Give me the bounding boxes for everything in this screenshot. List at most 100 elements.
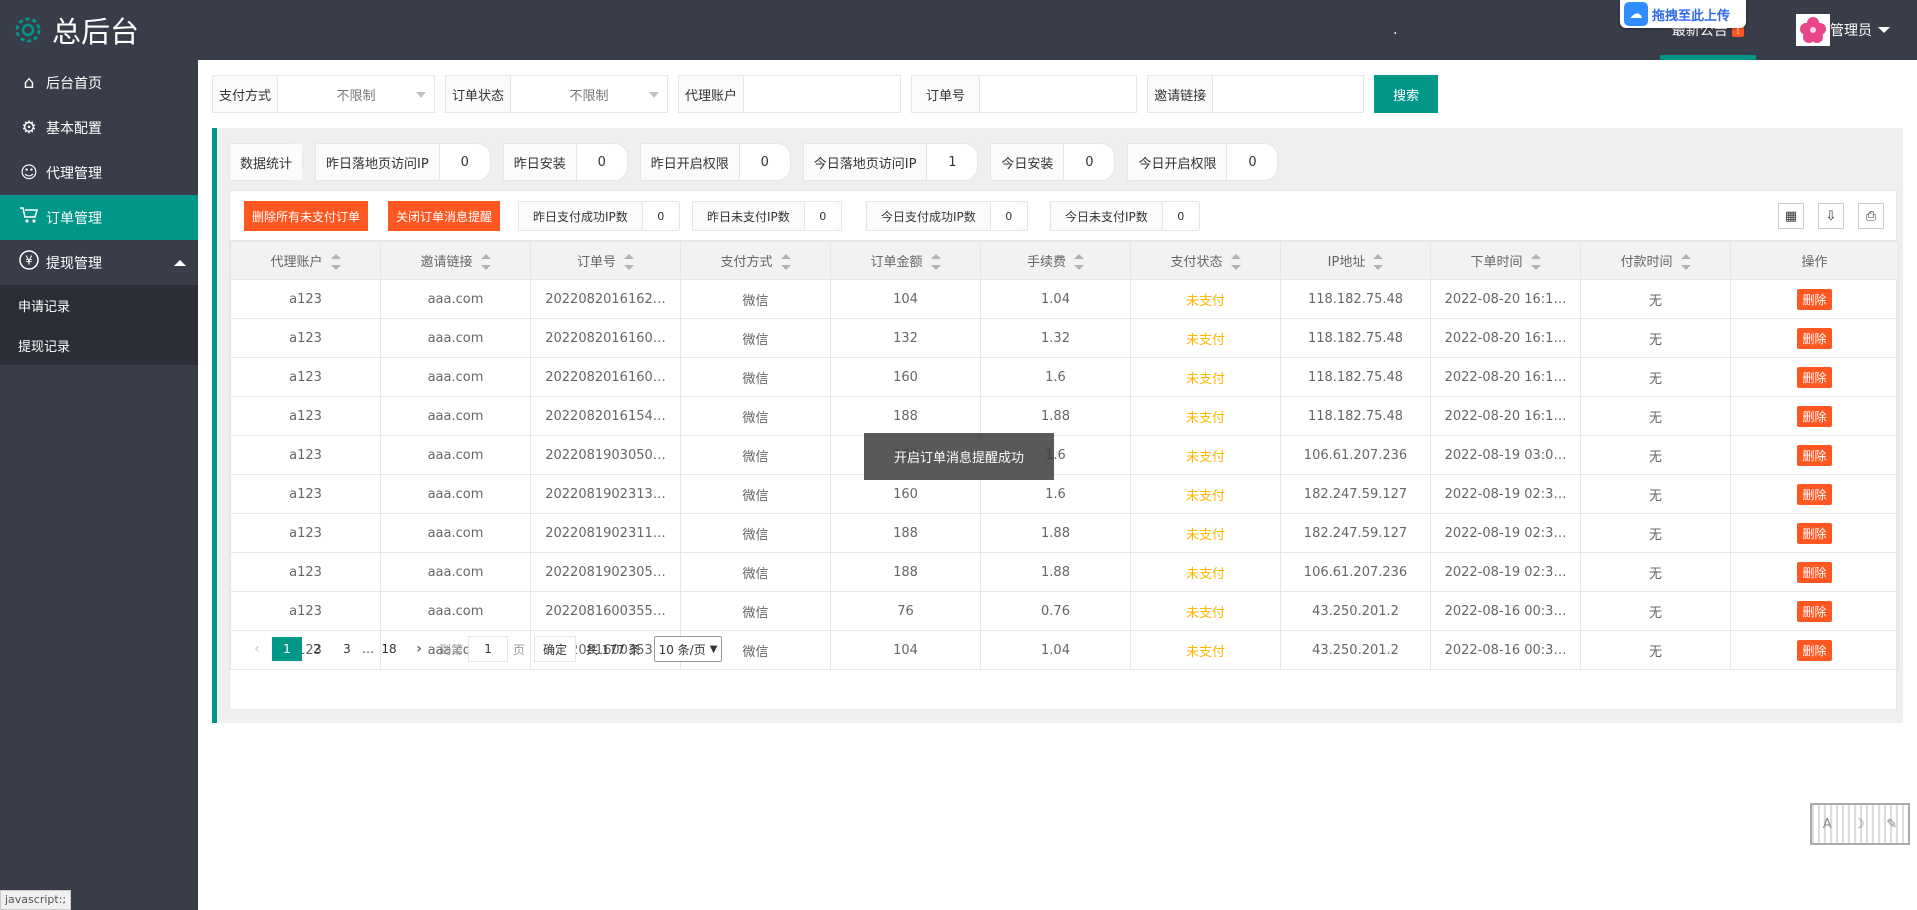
- delete-row-button[interactable]: 删除: [1797, 327, 1832, 349]
- delete-row-button[interactable]: 删除: [1797, 483, 1832, 505]
- column-header[interactable]: 邀请链接: [380, 241, 531, 280]
- sidebar-item-agents[interactable]: ☺ 代理管理: [0, 150, 198, 195]
- agent-field[interactable]: 代理账户: [678, 75, 902, 113]
- chevron-down-icon: ▼: [709, 643, 718, 655]
- invite-label: 邀请链接: [1148, 76, 1214, 112]
- home-icon: ⌂: [23, 72, 35, 93]
- table-cell: 2022-08-20 16:1…: [1430, 396, 1581, 436]
- delete-row-button[interactable]: 删除: [1797, 288, 1832, 310]
- sidebar-item-withdraw[interactable]: ¥ 提现管理: [0, 240, 198, 285]
- toolbar-stat: 今日支付成功IP数 0: [866, 201, 1028, 231]
- table-cell: aaa.com: [380, 552, 531, 592]
- table-cell: aaa.com: [380, 474, 531, 514]
- delete-row-button[interactable]: 删除: [1797, 444, 1832, 466]
- sort-icon[interactable]: [1530, 254, 1541, 271]
- table-cell: 43.250.201.2: [1280, 630, 1431, 670]
- order-status-select[interactable]: 订单状态 不限制: [445, 75, 669, 113]
- table-cell: 2022081600355…: [530, 591, 681, 631]
- table-cell: a123: [230, 318, 381, 358]
- sort-icon[interactable]: [330, 254, 341, 271]
- per-page-select[interactable]: 10 条/页 ▼: [653, 636, 723, 662]
- sidebar-item-config[interactable]: ⚙ 基本配置: [0, 105, 198, 150]
- table-cell: 188: [830, 396, 981, 436]
- sort-icon[interactable]: [930, 254, 941, 271]
- sort-icon[interactable]: [780, 254, 791, 271]
- column-header[interactable]: 订单号: [530, 241, 681, 280]
- top-header: 总后台 . 最新公告 ! ☁ 拖拽至此上传 管理员: [0, 0, 1917, 60]
- order-no-input[interactable]: [980, 76, 1136, 112]
- column-header[interactable]: 支付状态: [1130, 241, 1281, 280]
- delete-row-button[interactable]: 删除: [1797, 639, 1832, 661]
- invite-input[interactable]: [1213, 76, 1363, 112]
- invite-field[interactable]: 邀请链接: [1147, 75, 1365, 113]
- table-row: a123aaa.com2022081903050…微信1601.6未支付106.…: [230, 435, 1899, 475]
- sidebar-subitem-record[interactable]: 提现记录: [0, 325, 198, 365]
- upload-drop-tip[interactable]: ☁ 拖拽至此上传: [1620, 0, 1746, 28]
- table-cell: 1.6: [980, 474, 1131, 514]
- sort-icon[interactable]: [1230, 254, 1241, 271]
- table-cell: 无: [1580, 630, 1731, 670]
- delete-row-button[interactable]: 删除: [1797, 522, 1832, 544]
- prev-page-icon[interactable]: ‹: [242, 637, 272, 661]
- delete-row-button[interactable]: 删除: [1797, 561, 1832, 583]
- table-cell: 182.247.59.127: [1280, 513, 1431, 553]
- table-cell: 微信: [680, 474, 831, 514]
- order-no-label: 订单号: [912, 76, 981, 112]
- next-page-icon[interactable]: ›: [404, 637, 434, 661]
- delete-row-button[interactable]: 删除: [1797, 366, 1832, 388]
- column-header[interactable]: 订单金额: [830, 241, 981, 280]
- table-cell: 2022-08-20 16:1…: [1430, 318, 1581, 358]
- print-icon[interactable]: ⎙: [1858, 203, 1884, 229]
- stat-value: 0: [1248, 154, 1257, 170]
- delete-unpaid-button[interactable]: 删除所有未支付订单: [244, 201, 369, 231]
- sidebar-item-home[interactable]: ⌂ 后台首页: [0, 60, 198, 105]
- table-cell: 2022081902305…: [530, 552, 681, 592]
- page-3[interactable]: 3: [332, 637, 362, 661]
- per-page-value: 10 条/页: [658, 642, 706, 657]
- export-icon[interactable]: ⇩: [1818, 203, 1844, 229]
- table-cell: 2022-08-20 16:1…: [1430, 279, 1581, 319]
- logo[interactable]: 总后台: [12, 10, 139, 50]
- sort-icon[interactable]: [480, 254, 491, 271]
- close-notify-button[interactable]: 关闭订单消息提醒: [388, 201, 501, 231]
- chevron-down-icon: [1878, 27, 1890, 33]
- table-row: a123 aaa.com 2022082016162… 微信 104 1.04 未支付 118…: [230, 279, 1899, 319]
- sidebar-item-orders[interactable]: 订单管理: [0, 195, 198, 240]
- admin-menu[interactable]: 管理员: [1796, 14, 1890, 46]
- agent-input[interactable]: [744, 76, 900, 112]
- column-header[interactable]: 下单时间: [1430, 241, 1581, 280]
- delete-row-button[interactable]: 删除: [1797, 600, 1832, 622]
- page-1[interactable]: 1: [272, 637, 302, 661]
- sort-icon[interactable]: [1373, 254, 1384, 271]
- sort-icon[interactable]: [1074, 254, 1084, 271]
- table-row: a123 aaa.com 2022082016160… 微信 132 1.32 未支付 118…: [230, 318, 1899, 358]
- column-header[interactable]: IP地址: [1280, 241, 1431, 280]
- order-no-field[interactable]: 订单号: [911, 75, 1138, 113]
- sidebar-subitem-apply[interactable]: 申请记录: [0, 285, 198, 325]
- page-18[interactable]: 18: [374, 637, 404, 661]
- toolbar-stat-label: 昨日支付成功IP数: [519, 202, 643, 230]
- sort-icon[interactable]: [624, 254, 634, 271]
- pay-method-value[interactable]: 不限制: [278, 76, 434, 112]
- table-cell: 无: [1580, 435, 1731, 475]
- column-header[interactable]: 付款时间: [1580, 241, 1731, 280]
- table-cell: 1.88: [980, 513, 1131, 553]
- stat-value: 1: [948, 154, 957, 170]
- table-cell: 118.182.75.48: [1280, 396, 1431, 436]
- stamp-sign-icon: ✎: [1886, 816, 1898, 832]
- stat-item: 今日落地页访问IP 1: [802, 143, 979, 181]
- sort-icon[interactable]: [1680, 254, 1691, 271]
- order-status-value[interactable]: 不限制: [511, 76, 667, 112]
- goto-page-input[interactable]: 1: [468, 636, 509, 662]
- search-button[interactable]: 搜索: [1374, 75, 1439, 113]
- goto-confirm-button[interactable]: 确定: [534, 636, 577, 662]
- columns-filter-icon[interactable]: ▦: [1778, 203, 1804, 229]
- column-header-label: IP地址: [1327, 254, 1366, 270]
- column-header[interactable]: 代理账户: [230, 241, 381, 280]
- column-header[interactable]: 支付方式: [680, 241, 831, 280]
- table-cell: 104: [830, 279, 981, 319]
- pay-method-select[interactable]: 支付方式 不限制: [212, 75, 436, 113]
- delete-row-button[interactable]: 删除: [1797, 405, 1832, 427]
- column-header[interactable]: 手续费: [980, 241, 1131, 280]
- page-2[interactable]: 2: [302, 637, 332, 661]
